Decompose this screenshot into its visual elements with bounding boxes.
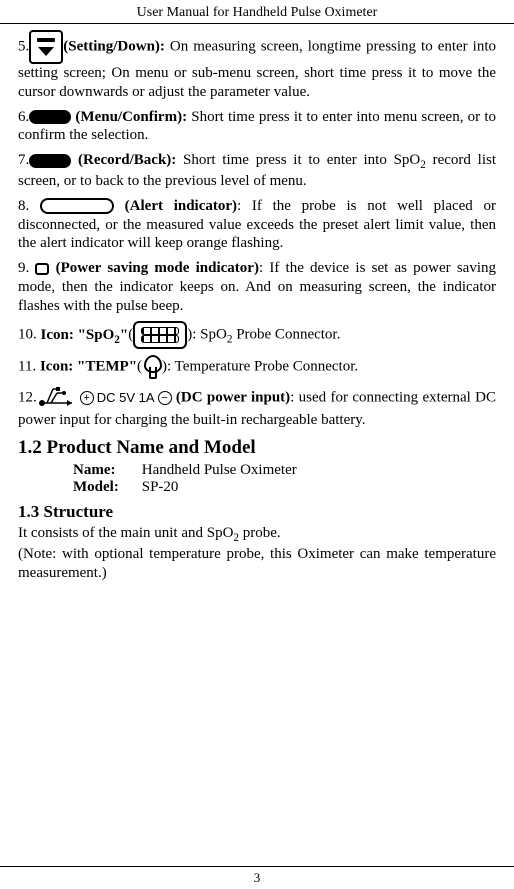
item-10-number: 10. [18, 327, 41, 343]
model-label: Model: [73, 479, 138, 496]
item-5-label: (Setting/Down): [63, 38, 165, 54]
alert-indicator-icon [40, 198, 114, 214]
dc-power-icon: + DC 5V 1A − [37, 385, 172, 411]
page-content: 5.(Setting/Down): On measuring screen, l… [0, 24, 514, 866]
item-12: 12. + DC 5V 1A − (DC power input): used … [18, 385, 496, 430]
item-6-number: 6. [18, 109, 29, 125]
record-back-icon [29, 154, 71, 168]
item-9: 9. (Power saving mode indicator): If the… [18, 259, 496, 315]
item-10-text-after: Probe Connector. [232, 327, 340, 343]
usb-icon [37, 385, 77, 411]
item-11-label: Icon: "TEMP" [40, 359, 137, 375]
dc-voltage-text: DC 5V 1A [97, 390, 155, 406]
item-7-number: 7. [18, 152, 29, 168]
item-7-text: Short time press it to enter into SpO [176, 152, 420, 168]
menu-confirm-icon [29, 110, 71, 124]
item-7-label: (Record/Back): [71, 152, 176, 168]
item-7: 7. (Record/Back): Short time press it to… [18, 151, 496, 191]
item-11-number: 11. [18, 359, 40, 375]
power-saving-icon [35, 263, 49, 275]
item-6-label: (Menu/Confirm): [71, 109, 187, 125]
setting-down-icon [29, 30, 63, 64]
structure-line1-pre: It consists of the main unit and SpO [18, 525, 233, 541]
page-header: User Manual for Handheld Pulse Oximeter [0, 0, 514, 24]
section-1-2-heading: 1.2 Product Name and Model [18, 437, 496, 459]
item-12-label: (DC power input) [172, 390, 291, 406]
item-8-label: (Alert indicator) [114, 198, 237, 214]
product-name-row: Name: Handheld Pulse Oximeter [73, 462, 496, 479]
minus-icon: − [158, 391, 172, 405]
temp-connector-icon [142, 355, 162, 379]
item-11-text: ): Temperature Probe Connector. [162, 359, 358, 375]
structure-line1-post: probe. [239, 525, 281, 541]
item-8-number: 8. [18, 198, 40, 214]
item-10-label-pre: Icon: "SpO [41, 327, 115, 343]
name-value: Handheld Pulse Oximeter [142, 462, 297, 478]
section-1-3-body: It consists of the main unit and SpO2 pr… [18, 524, 496, 583]
item-10-text: ): SpO [187, 327, 227, 343]
item-9-number: 9. [18, 260, 35, 276]
product-model-row: Model: SP-20 [73, 479, 496, 496]
spo2-connector-icon [133, 321, 187, 349]
item-9-label: (Power saving mode indicator) [49, 260, 259, 276]
name-label: Name: [73, 462, 138, 479]
page-footer: 3 [0, 866, 514, 889]
model-value: SP-20 [142, 479, 179, 495]
item-10: 10. Icon: "SpO2"(): SpO2 Probe Connector… [18, 321, 496, 349]
item-6: 6. (Menu/Confirm): Short time press it t… [18, 108, 496, 146]
structure-line2: (Note: with optional temperature probe, … [18, 546, 496, 581]
item-11: 11. Icon: "TEMP"(): Temperature Probe Co… [18, 355, 496, 379]
item-5-number: 5. [18, 38, 29, 54]
item-12-number: 12. [18, 390, 37, 406]
item-5: 5.(Setting/Down): On measuring screen, l… [18, 30, 496, 102]
plus-icon: + [80, 391, 94, 405]
item-8: 8. (Alert indicator): If the probe is no… [18, 197, 496, 253]
section-1-3-heading: 1.3 Structure [18, 502, 496, 522]
item-10-label-post: " [120, 327, 128, 343]
